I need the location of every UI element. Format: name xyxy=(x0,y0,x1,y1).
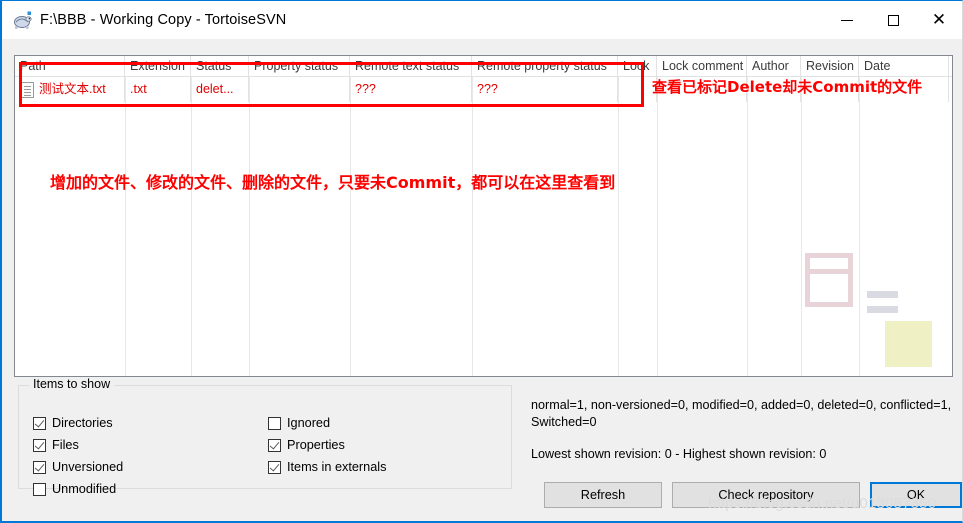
items-to-show-group: Items to show Directories Files Unversio… xyxy=(18,377,512,496)
refresh-button[interactable]: Refresh xyxy=(544,482,662,508)
checkbox-directories-box[interactable] xyxy=(33,416,46,430)
checkbox-files-label: Files xyxy=(52,438,79,452)
cell-remote-property-status[interactable]: ??? xyxy=(472,77,618,102)
column-header-remote-property-status[interactable]: Remote property status xyxy=(472,56,618,76)
tortoisesvn-background-art xyxy=(803,245,938,370)
status-revisions: Lowest shown revision: 0 - Highest shown… xyxy=(531,447,827,461)
items-to-show-title: Items to show xyxy=(29,377,115,391)
column-header-revision[interactable]: Revision xyxy=(801,56,859,76)
window-controls: ✕ xyxy=(824,1,962,39)
maximize-button[interactable] xyxy=(870,1,916,39)
checkbox-properties-box[interactable] xyxy=(268,438,281,452)
checkbox-properties[interactable]: Properties xyxy=(268,434,386,456)
check-repository-button[interactable]: Check repository xyxy=(672,482,860,508)
document-icon xyxy=(21,81,34,98)
checkbox-ignored-label: Ignored xyxy=(287,416,331,430)
tortoisesvn-check-modifications-window: F:\BBB - Working Copy - TortoiseSVN ✕ Pa… xyxy=(0,0,963,523)
checkbox-ignored[interactable]: Ignored xyxy=(268,412,386,434)
title-bar: F:\BBB - Working Copy - TortoiseSVN ✕ xyxy=(2,1,962,39)
checkbox-files-box[interactable] xyxy=(33,438,46,452)
cell-path[interactable]: 测试文本.txt xyxy=(15,77,125,102)
checkbox-items-in-externals-box[interactable] xyxy=(268,460,281,474)
checkbox-items-in-externals-label: Items in externals xyxy=(287,460,387,474)
checkbox-directories-label: Directories xyxy=(52,416,113,430)
cell-path-label: 测试文本.txt xyxy=(39,82,106,96)
checkbox-unversioned-box[interactable] xyxy=(33,460,46,474)
annotation-main: 增加的文件、修改的文件、删除的文件，只要未Commit，都可以在这里查看到 xyxy=(50,173,616,192)
cell-status[interactable]: delet... xyxy=(191,77,249,102)
annotation-top-right: 查看已标记Delete却未Commit的文件 xyxy=(652,78,923,96)
checkbox-unmodified[interactable]: Unmodified xyxy=(33,478,123,500)
column-header-lock-comment[interactable]: Lock comment xyxy=(657,56,747,76)
column-header-status[interactable]: Status xyxy=(191,56,249,76)
checkbox-unmodified-box[interactable] xyxy=(33,482,46,496)
column-header-date[interactable]: Date xyxy=(859,56,949,76)
checkbox-directories[interactable]: Directories xyxy=(33,412,123,434)
checkbox-properties-label: Properties xyxy=(287,438,345,452)
close-button[interactable]: ✕ xyxy=(916,1,962,39)
column-header-lock[interactable]: Lock xyxy=(618,56,657,76)
column-header-remote-text-status[interactable]: Remote text status xyxy=(350,56,472,76)
checkbox-unversioned[interactable]: Unversioned xyxy=(33,456,123,478)
items-to-show-column-1: Directories Files Unversioned Unmodified xyxy=(33,412,123,500)
column-header-author[interactable]: Author xyxy=(747,56,801,76)
dialog-buttons: Refresh Check repository OK xyxy=(544,482,962,508)
status-counts: normal=1, non-versioned=0, modified=0, a… xyxy=(531,398,952,429)
items-to-show-column-2: Ignored Properties Items in externals xyxy=(268,412,386,478)
status-summary: normal=1, non-versioned=0, modified=0, a… xyxy=(531,397,956,463)
checkbox-unmodified-label: Unmodified xyxy=(52,482,117,496)
ok-button[interactable]: OK xyxy=(870,482,962,508)
column-header-property-status[interactable]: Property status xyxy=(249,56,350,76)
cell-property-status[interactable] xyxy=(249,77,350,102)
file-list[interactable]: Path Extension Status Property status Re… xyxy=(14,55,953,377)
checkbox-unversioned-label: Unversioned xyxy=(52,460,124,474)
file-list-header: Path Extension Status Property status Re… xyxy=(15,56,952,77)
cell-remote-text-status[interactable]: ??? xyxy=(350,77,472,102)
tortoise-turtle-icon xyxy=(11,9,33,31)
column-header-extension[interactable]: Extension xyxy=(125,56,191,76)
minimize-button[interactable] xyxy=(824,1,870,39)
checkbox-files[interactable]: Files xyxy=(33,434,123,456)
checkbox-ignored-box[interactable] xyxy=(268,416,281,430)
column-header-path[interactable]: Path xyxy=(15,56,125,76)
checkbox-items-in-externals[interactable]: Items in externals xyxy=(268,456,386,478)
cell-extension[interactable]: .txt xyxy=(125,77,191,102)
window-title: F:\BBB - Working Copy - TortoiseSVN xyxy=(40,12,287,28)
